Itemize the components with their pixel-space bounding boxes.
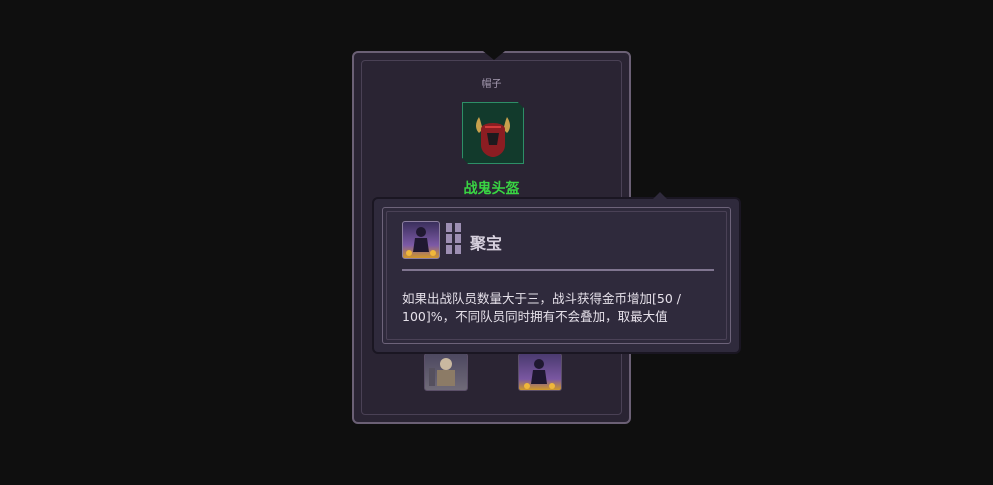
equipment-slot-label: 帽子 — [481, 79, 502, 90]
skill-tooltip: 聚宝 如果出战队员数量大于三，战斗获得金币增加[50 / 100]%，不同队员同… — [372, 192, 741, 354]
tooltip-pointer — [653, 192, 667, 199]
game-screen: 帽子 战鬼头盔 聚宝 如果出战队员数量大于三，战斗获得金币增加[50 / 100… — [0, 0, 993, 485]
warrior-portrait-icon[interactable] — [424, 353, 468, 391]
skill-description: 如果出战队员数量大于三，战斗获得金币增加[50 / 100]%，不同队员同时拥有… — [402, 291, 681, 324]
tooltip-divider — [402, 269, 714, 271]
skill-name: 聚宝 — [470, 234, 503, 253]
card-top-notch — [483, 51, 505, 60]
item-name: 战鬼头盔 — [463, 181, 520, 197]
rank-bars-icon — [446, 223, 462, 255]
treasure-mage-portrait-icon — [402, 221, 440, 259]
horned-helmet-icon[interactable] — [462, 102, 524, 164]
treasure-mage-portrait-icon[interactable] — [518, 353, 562, 391]
